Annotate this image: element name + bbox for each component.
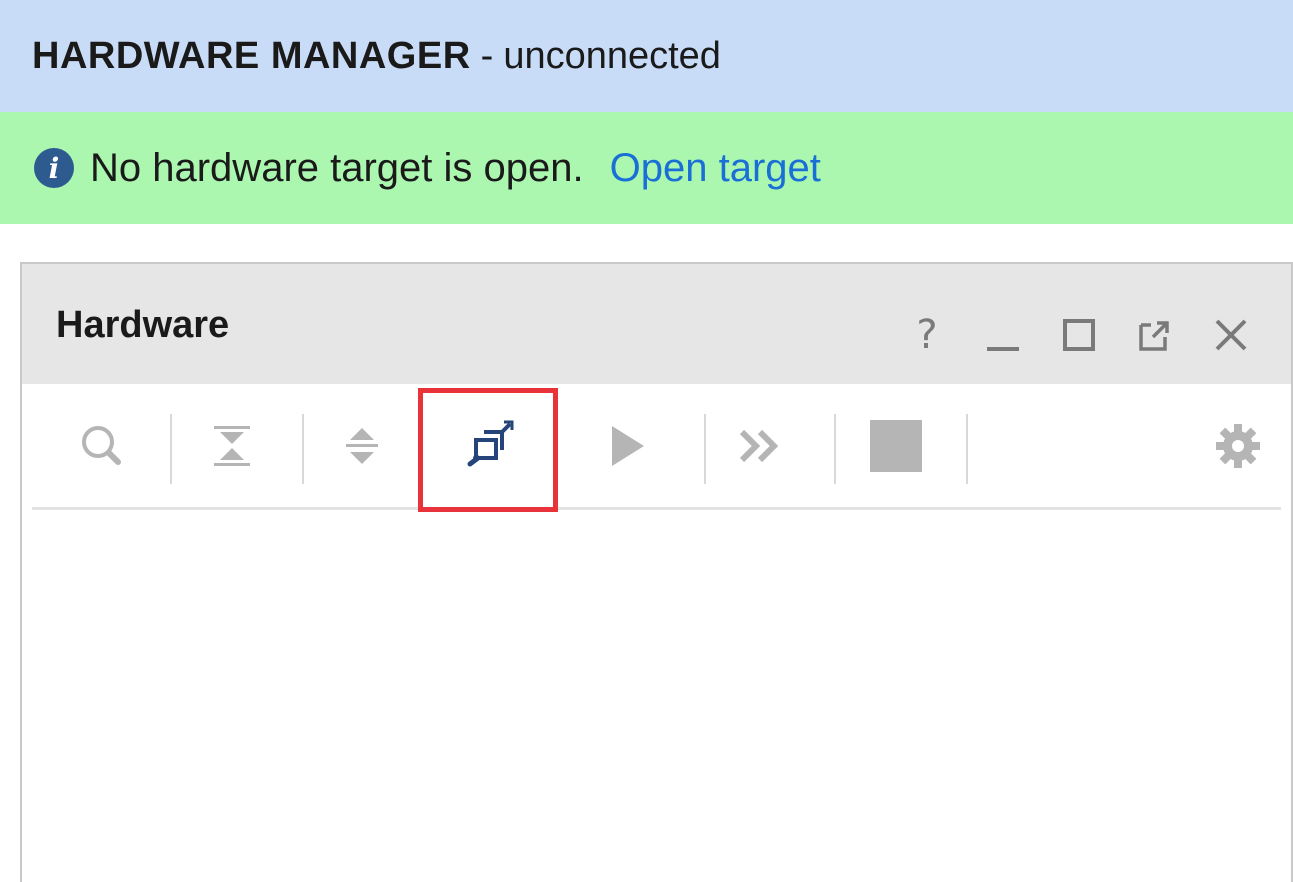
toolbar-separator (170, 414, 172, 484)
toolbar-separator (834, 414, 836, 484)
settings-gear-icon[interactable] (1198, 406, 1278, 486)
open-target-link[interactable]: Open target (610, 146, 821, 191)
info-banner: i No hardware target is open. Open targe… (0, 112, 1293, 224)
info-icon: i (34, 148, 74, 188)
float-icon[interactable] (1135, 315, 1175, 355)
run-trigger-immediate-icon[interactable] (722, 406, 802, 486)
hardware-manager-header: HARDWARE MANAGER - unconnected (0, 0, 1293, 112)
panel-title: Hardware (56, 304, 230, 346)
header-status: unconnected (503, 34, 721, 77)
hardware-tree-area[interactable] (32, 513, 1281, 882)
expand-all-icon[interactable] (322, 406, 402, 486)
close-icon[interactable] (1211, 315, 1251, 355)
search-icon[interactable] (62, 406, 142, 486)
toolbar-separator (302, 414, 304, 484)
panel-window-controls: ? (907, 310, 1251, 360)
header-separator: - (480, 34, 494, 77)
toolbar-separator (704, 414, 706, 484)
auto-connect-icon[interactable] (450, 406, 530, 486)
header-title: HARDWARE MANAGER (32, 34, 471, 77)
minimize-icon[interactable] (983, 315, 1023, 355)
hardware-panel: Hardware ? (20, 262, 1293, 882)
maximize-icon[interactable] (1059, 315, 1099, 355)
panel-titlebar: Hardware ? (22, 264, 1291, 384)
run-trigger-icon[interactable] (586, 406, 666, 486)
stop-trigger-icon[interactable] (856, 406, 936, 486)
toolbar-separator (966, 414, 968, 484)
collapse-all-icon[interactable] (192, 406, 272, 486)
info-message: No hardware target is open. (90, 145, 584, 190)
hardware-toolbar (32, 384, 1281, 512)
help-icon[interactable]: ? (907, 312, 947, 358)
